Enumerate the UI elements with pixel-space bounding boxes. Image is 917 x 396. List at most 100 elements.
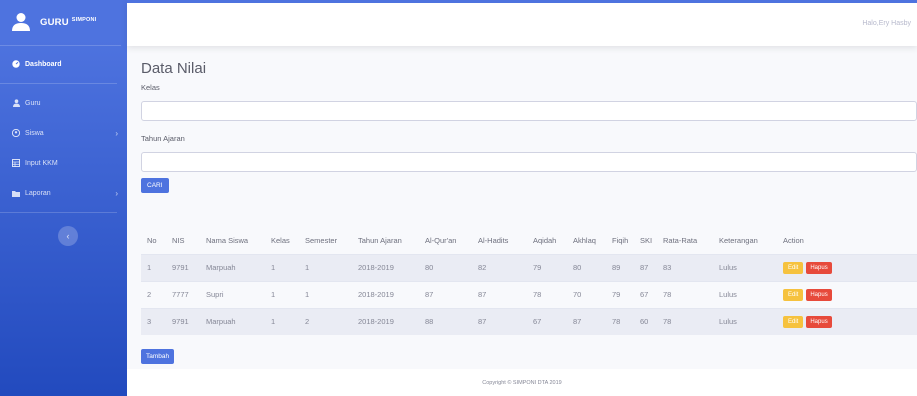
user-greeting[interactable]: Halo,Ery Hasby bbox=[862, 20, 911, 27]
cell-action: Edit Hapus bbox=[777, 308, 917, 335]
sidebar-item-label: Guru bbox=[25, 99, 41, 107]
sidebar-item-label: Input KKM bbox=[25, 159, 58, 167]
chevron-right-icon: › bbox=[115, 128, 118, 138]
cell-ski: 87 bbox=[640, 263, 649, 272]
col-header: NIS bbox=[172, 236, 185, 246]
tahun-ajaran-input[interactable] bbox=[141, 152, 917, 172]
chevron-right-icon: › bbox=[115, 188, 118, 198]
main-content: Data Nilai Kelas Tahun Ajaran CARI bbox=[141, 60, 917, 193]
edit-button[interactable]: Edit bbox=[783, 288, 804, 301]
table-row: 3 9791 Marpuah 1 2 2018-2019 88 87 67 87… bbox=[141, 308, 917, 335]
col-header: Aqidah bbox=[533, 236, 557, 246]
cell-nama-siswa: Marpuah bbox=[206, 317, 236, 327]
tahun-ajaran-label: Tahun Ajaran bbox=[141, 134, 185, 143]
cell-keterangan: Lulus bbox=[719, 263, 737, 272]
cell-nama-siswa: Marpuah bbox=[206, 263, 236, 272]
cell-kelas: 1 bbox=[271, 317, 276, 327]
sidebar-item-laporan[interactable]: Laporan › bbox=[0, 178, 127, 208]
cell-keterangan: Lulus bbox=[719, 317, 737, 327]
cell-no: 2 bbox=[147, 290, 152, 299]
cell-ski: 67 bbox=[640, 290, 649, 299]
col-header: Akhlaq bbox=[573, 236, 596, 246]
cell-ski: 60 bbox=[640, 317, 649, 327]
cell-al-quran: 88 bbox=[425, 317, 434, 327]
sidebar-toggle-button[interactable]: ‹ bbox=[58, 226, 78, 246]
cell-akhlaq: 80 bbox=[573, 263, 582, 272]
col-header: Nama Siswa bbox=[206, 236, 249, 246]
cell-al-hadits: 87 bbox=[478, 290, 487, 299]
table-row: 2 7777 Supri 1 1 2018-2019 87 87 78 70 7… bbox=[141, 281, 917, 308]
cell-nis: 9791 bbox=[172, 263, 189, 272]
cell-no: 1 bbox=[147, 263, 152, 272]
cell-rata-rata: 78 bbox=[663, 290, 672, 299]
cell-no: 3 bbox=[147, 317, 152, 327]
cell-al-hadits: 87 bbox=[478, 317, 487, 327]
chevron-left-icon: ‹ bbox=[66, 231, 70, 241]
cell-fiqih: 79 bbox=[612, 290, 621, 299]
col-header: No bbox=[147, 236, 157, 246]
kelas-input[interactable] bbox=[141, 101, 917, 121]
hapus-button[interactable]: Hapus bbox=[806, 315, 832, 328]
cari-button[interactable]: CARI bbox=[141, 178, 169, 193]
edit-button[interactable]: Edit bbox=[783, 261, 804, 274]
sidebar-nav: Dashboard Guru Siswa › Input KKM Laporan… bbox=[0, 49, 127, 213]
edit-button[interactable]: Edit bbox=[783, 315, 804, 328]
copyright-text: Copyright © SIMPONI DTA 2019 bbox=[482, 379, 562, 386]
cell-kelas: 1 bbox=[271, 263, 276, 272]
tambah-button[interactable]: Tambah bbox=[141, 349, 175, 364]
nilai-table: No NIS Nama Siswa Kelas Semester Tahun A… bbox=[141, 228, 917, 335]
cell-tahun-ajaran: 2018-2019 bbox=[358, 317, 394, 327]
cell-aqidah: 67 bbox=[533, 317, 542, 327]
cell-kelas: 1 bbox=[271, 290, 276, 299]
cell-nama-siswa: Supri bbox=[206, 290, 224, 299]
sidebar-item-dashboard[interactable]: Dashboard bbox=[0, 49, 127, 79]
col-header: SKI bbox=[640, 236, 653, 246]
topbar-accent bbox=[127, 0, 917, 3]
cell-tahun-ajaran: 2018-2019 bbox=[358, 263, 394, 272]
sidebar: GURU SIMPONI Dashboard Guru Siswa › Input… bbox=[0, 0, 127, 396]
cell-fiqih: 78 bbox=[612, 317, 621, 327]
sidebar-item-guru[interactable]: Guru bbox=[0, 88, 127, 118]
col-header: Semester bbox=[305, 236, 338, 246]
tachometer-icon bbox=[12, 60, 20, 68]
cell-rata-rata: 78 bbox=[663, 317, 672, 327]
cell-al-quran: 87 bbox=[425, 290, 434, 299]
cell-action: Edit Hapus bbox=[777, 254, 917, 281]
sidebar-item-label: Dashboard bbox=[25, 60, 62, 68]
cell-keterangan: Lulus bbox=[719, 290, 737, 299]
col-header: Keterangan bbox=[719, 236, 758, 246]
cell-akhlaq: 70 bbox=[573, 290, 582, 299]
cell-rata-rata: 83 bbox=[663, 263, 672, 272]
cell-aqidah: 79 bbox=[533, 263, 542, 272]
cell-al-quran: 80 bbox=[425, 263, 434, 272]
sidebar-divider bbox=[0, 212, 117, 213]
col-header: Al-Qur'an bbox=[425, 236, 457, 246]
cell-semester: 1 bbox=[305, 263, 310, 272]
sidebar-item-label: Laporan bbox=[25, 189, 51, 197]
cell-nis: 7777 bbox=[172, 290, 189, 299]
cell-semester: 1 bbox=[305, 290, 310, 299]
user-icon bbox=[12, 99, 20, 107]
table-row: 1 9791 Marpuah 1 1 2018-2019 80 82 79 80… bbox=[141, 254, 917, 281]
col-header: Kelas bbox=[271, 236, 290, 246]
kelas-label: Kelas bbox=[141, 83, 160, 92]
sidebar-item-label: Siswa bbox=[25, 129, 44, 137]
cell-tahun-ajaran: 2018-2019 bbox=[358, 290, 394, 299]
hapus-button[interactable]: Hapus bbox=[806, 288, 832, 301]
sidebar-divider bbox=[0, 83, 117, 84]
cell-fiqih: 89 bbox=[612, 263, 621, 272]
cell-aqidah: 78 bbox=[533, 290, 542, 299]
footer: Copyright © SIMPONI DTA 2019 bbox=[127, 369, 917, 396]
col-header: Fiqih bbox=[612, 236, 629, 246]
table-icon bbox=[12, 159, 20, 167]
sidebar-item-siswa[interactable]: Siswa › bbox=[0, 118, 127, 148]
cell-akhlaq: 87 bbox=[573, 317, 582, 327]
sidebar-item-input-kkm[interactable]: Input KKM bbox=[0, 148, 127, 178]
folder-icon bbox=[12, 189, 20, 197]
user-icon bbox=[12, 12, 32, 34]
brand[interactable]: GURU SIMPONI bbox=[0, 0, 121, 46]
hapus-button[interactable]: Hapus bbox=[806, 261, 832, 274]
cell-nis: 9791 bbox=[172, 317, 189, 327]
topbar: Halo,Ery Hasby bbox=[127, 0, 917, 46]
cell-action: Edit Hapus bbox=[777, 281, 917, 308]
